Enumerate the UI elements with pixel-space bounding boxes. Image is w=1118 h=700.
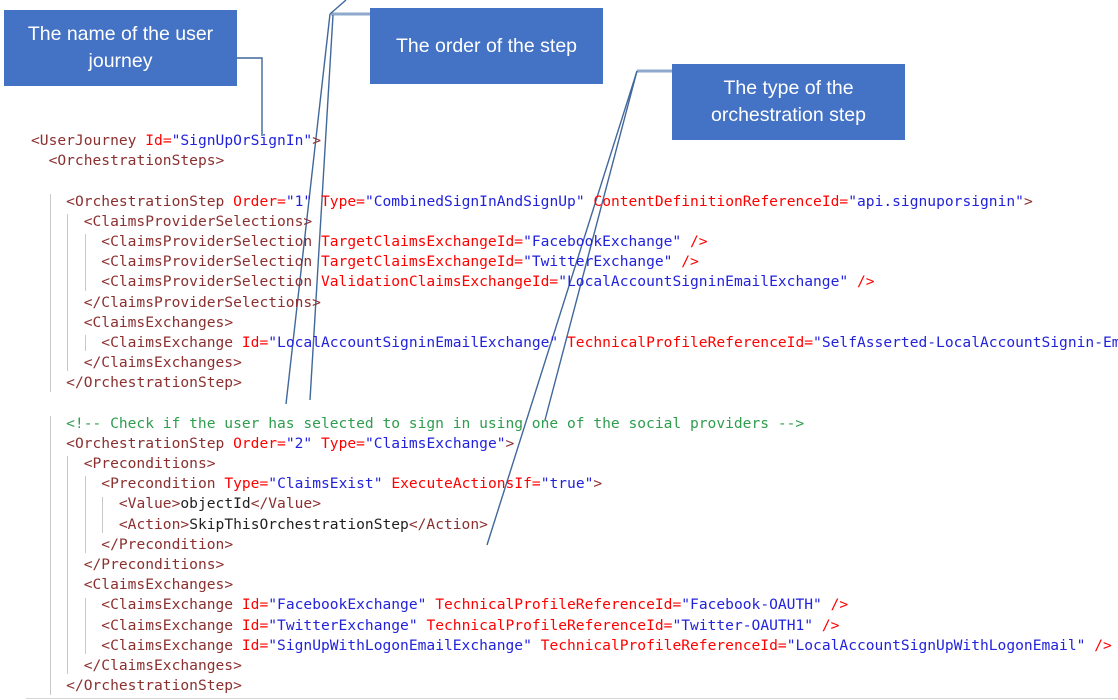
callout-label: The order of the step <box>395 34 578 57</box>
code-line: <ClaimsExchange Id="LocalAccountSigninEm… <box>101 333 1118 351</box>
code-line: <OrchestrationStep Order="2" Type="Claim… <box>66 434 515 452</box>
leader-line-journey <box>237 57 263 136</box>
callout-step-type: The type of the orchestration step <box>672 64 905 140</box>
indent-guide <box>67 213 69 372</box>
code-line: </OrchestrationStep> <box>66 374 242 392</box>
code-line: </ClaimsExchanges> <box>83 354 242 372</box>
code-line: <ClaimsExchanges> <box>83 313 234 331</box>
indent-guide <box>84 476 86 554</box>
code-line: <!-- Check if the user has selected to s… <box>31 414 805 432</box>
code-line: <ClaimsExchange Id="TwitterExchange" Tec… <box>101 616 840 634</box>
xml-code-block: <UserJourney Id="SignUpOrSignIn"> <Orche… <box>0 131 1118 696</box>
code-line: <Precondition Type="ClaimsExist" Execute… <box>101 475 603 493</box>
callout-step-order: The order of the step <box>370 8 603 84</box>
code-line: <ClaimsExchange Id="FacebookExchange" Te… <box>101 596 849 614</box>
indent-guide <box>84 234 86 291</box>
code-line: </ClaimsProviderSelections> <box>83 293 321 311</box>
code-line: <ClaimsProviderSelection TargetClaimsExc… <box>101 232 708 250</box>
indent-guide <box>49 415 51 695</box>
code-line: <ClaimsProviderSelections> <box>83 212 313 230</box>
code-line: </Precondition> <box>101 535 234 553</box>
code-line: </ClaimsExchanges> <box>83 656 242 674</box>
indent-guide <box>84 597 86 655</box>
indent-guide <box>84 335 86 352</box>
code-line: </Preconditions> <box>83 555 225 573</box>
code-line: <ClaimsProviderSelection TargetClaimsExc… <box>101 253 699 271</box>
indent-guide <box>67 456 69 675</box>
code-line: <ClaimsExchange Id="SignUpWithLogonEmail… <box>101 636 1112 654</box>
code-line: <Preconditions> <box>83 455 216 472</box>
code-line: <Value>objectId</Value> <box>118 495 321 513</box>
code-line: <ClaimsProviderSelection ValidationClaim… <box>101 273 875 291</box>
leader-line-order-b <box>329 0 347 15</box>
code-line: <OrchestrationSteps> <box>48 152 225 170</box>
callout-label: The type of the orchestration step <box>710 77 866 126</box>
code-line: <ClaimsExchanges> <box>83 576 234 594</box>
code-line: </OrchestrationStep> <box>66 677 242 695</box>
code-line: <Action>SkipThisOrchestrationStep</Actio… <box>118 515 488 533</box>
indent-guide <box>49 193 51 392</box>
code-line: <UserJourney Id="SignUpOrSignIn"> <box>31 132 321 149</box>
bottom-divider <box>26 698 1118 699</box>
callout-label: The name of the user journey <box>27 23 214 72</box>
indent-guide <box>102 496 104 533</box>
code-line: <OrchestrationStep Order="1" Type="Combi… <box>66 192 1033 210</box>
callout-user-journey-name: The name of the user journey <box>4 10 237 86</box>
